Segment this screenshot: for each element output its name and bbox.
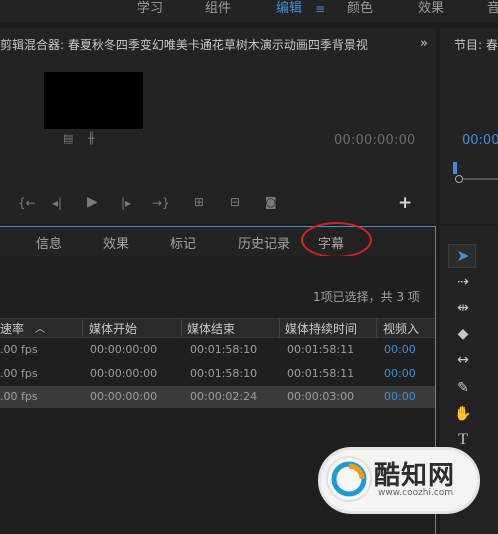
cell-media-start: 00:00:00:00 <box>90 367 158 380</box>
source-video-preview <box>44 72 143 129</box>
play-icon[interactable]: ▶ <box>87 194 98 210</box>
cell-media-duration: 00:01:58:11 <box>287 343 355 356</box>
cell-media-start: 00:00:00:00 <box>90 390 158 403</box>
workspace-tab-effects[interactable]: 效果 <box>418 0 444 22</box>
source-monitor-title[interactable]: 剪辑混合器: 春夏秋冬四季变幻唯美卡通花草树木演示动画四季背景视 <box>0 36 410 54</box>
program-monitor-panel <box>440 28 498 224</box>
tab-effects[interactable]: 效果 <box>103 233 129 252</box>
column-header-media-end[interactable]: 媒体结束 <box>187 320 235 337</box>
mark-out-icon[interactable]: →} <box>152 196 170 210</box>
table-row-selected[interactable]: 25.00 fps 00:00:00:00 00:00:02:24 00:00:… <box>0 386 435 408</box>
type-tool-icon[interactable]: T <box>453 430 473 450</box>
column-divider[interactable] <box>279 319 280 337</box>
playhead[interactable] <box>453 162 457 174</box>
button-editor-add-icon[interactable]: + <box>398 193 412 213</box>
sort-ascending-icon[interactable]: ︿ <box>35 320 45 335</box>
program-monitor-title[interactable]: 节目: 春 <box>454 36 498 53</box>
watermark-url: www.coozhi.com <box>378 488 454 498</box>
tab-history[interactable]: 历史记录 <box>238 233 290 252</box>
cell-media-start: 00:00:00:00 <box>90 343 158 356</box>
selection-count: 1项已选择，共 3 项 <box>313 290 420 304</box>
cell-video-in[interactable]: 00:00 <box>384 390 416 403</box>
watermark-title: 酷知网 <box>374 461 456 491</box>
cell-frame-rate: 25.00 fps <box>0 367 38 380</box>
ripple-edit-tool-icon[interactable]: ⇹ <box>453 298 473 318</box>
drag-video-icon[interactable]: ▤ <box>63 132 73 145</box>
overwrite-icon[interactable]: ⊟ <box>230 195 240 209</box>
cell-frame-rate: 25.00 fps <box>0 343 38 356</box>
cell-video-in[interactable]: 00:00 <box>384 367 416 380</box>
workspace-tab-color[interactable]: 颜色 <box>347 0 373 22</box>
cell-media-duration: 00:01:58:11 <box>287 367 355 380</box>
hand-tool-icon[interactable]: ✋ <box>453 404 473 424</box>
slip-tool-icon[interactable]: ↔ <box>453 350 473 370</box>
workspace-menu-icon[interactable]: ≡ <box>315 0 325 22</box>
pen-tool-icon[interactable]: ✎ <box>453 378 473 398</box>
selection-tool-icon[interactable]: ➤ <box>453 246 473 266</box>
column-divider[interactable] <box>376 319 377 337</box>
cell-frame-rate: 25.00 fps <box>0 390 38 403</box>
cell-video-in[interactable]: 00:00 <box>384 343 416 356</box>
column-divider[interactable] <box>82 319 83 337</box>
table-row[interactable]: 25.00 fps 00:00:00:00 00:01:58:10 00:01:… <box>0 362 435 386</box>
insert-icon[interactable]: ⊞ <box>194 195 204 209</box>
zoom-scrollbar[interactable] <box>463 178 498 180</box>
watermark-logo-icon <box>326 456 372 502</box>
cell-media-duration: 00:00:03:00 <box>287 390 355 403</box>
workspace-tab-learn[interactable]: 学习 <box>137 0 163 22</box>
workspace-tab-audio[interactable]: 音 <box>487 0 498 22</box>
step-back-icon[interactable]: ◂| <box>52 196 62 210</box>
drag-audio-icon[interactable]: ╫ <box>88 132 95 145</box>
table-row[interactable]: 25.00 fps 00:00:00:00 00:01:58:10 00:01:… <box>0 338 435 362</box>
tab-markers[interactable]: 标记 <box>170 233 196 252</box>
cell-media-end: 00:00:02:24 <box>190 390 258 403</box>
razor-tool-icon[interactable]: ◆ <box>453 324 473 344</box>
column-header-frame-rate[interactable]: 帧速率 <box>0 320 24 337</box>
step-forward-icon[interactable]: |▸ <box>121 196 131 210</box>
cell-media-end: 00:01:58:10 <box>190 367 258 380</box>
zoom-handle[interactable] <box>455 175 463 183</box>
column-header-video-in[interactable]: 视频入 <box>383 320 419 337</box>
panel-expand-icon[interactable]: » <box>420 36 428 51</box>
column-divider[interactable] <box>181 319 182 337</box>
cell-media-end: 00:01:58:10 <box>190 343 258 356</box>
program-timecode[interactable]: 00:00 <box>462 133 498 148</box>
column-header-media-start[interactable]: 媒体开始 <box>89 320 137 337</box>
highlight-circle <box>301 222 372 258</box>
export-frame-icon[interactable]: ◙ <box>265 195 277 209</box>
mark-in-icon[interactable]: {← <box>18 196 36 210</box>
column-header-media-duration[interactable]: 媒体持续时间 <box>285 320 357 337</box>
source-timecode[interactable]: 00:00:00:00 <box>334 133 416 148</box>
workspace-tab-assembly[interactable]: 组件 <box>205 0 231 22</box>
tab-info[interactable]: 信息 <box>36 233 62 252</box>
track-select-tool-icon[interactable]: ⇢ <box>453 272 473 292</box>
workspace-tab-editing[interactable]: 编辑 <box>276 0 302 22</box>
